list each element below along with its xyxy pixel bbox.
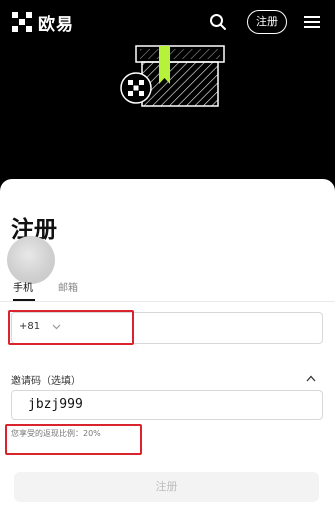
invite-code-label: 邀请码（选填） — [11, 376, 81, 387]
highlight-country-code — [8, 310, 134, 345]
search-icon[interactable] — [208, 12, 228, 32]
registration-sheet: 注册 手机 邮箱 +81 邀请码（选填） jbzj999 您享受的返现比例：20… — [0, 179, 335, 529]
chevron-up-icon[interactable] — [306, 375, 316, 382]
highlight-rebate — [5, 424, 142, 455]
gift-box-illustration — [120, 45, 225, 107]
okx-logo-icon[interactable] — [11, 11, 33, 33]
tab-divider — [0, 301, 335, 302]
tab-email[interactable]: 邮箱 — [58, 279, 78, 294]
avatar — [7, 236, 55, 284]
tab-phone[interactable]: 手机 — [13, 279, 33, 294]
submit-signup-button[interactable]: 注册 — [14, 472, 319, 502]
invite-code-input[interactable]: jbzj999 — [11, 390, 323, 420]
hero-illustration — [0, 44, 335, 179]
brand-name: 欧易 — [38, 15, 74, 35]
header-signup-button[interactable]: 注册 — [247, 10, 287, 34]
invite-code-value: jbzj999 — [28, 397, 83, 412]
top-navigation-bar: 欧易 注册 — [0, 0, 335, 44]
menu-icon[interactable] — [304, 13, 320, 29]
